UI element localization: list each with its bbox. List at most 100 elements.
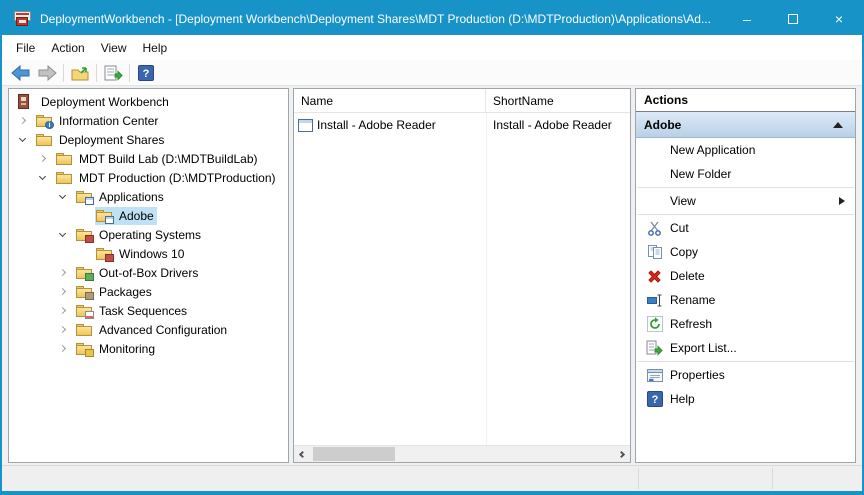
refresh-icon <box>646 316 663 332</box>
workbench-icon <box>17 94 32 109</box>
folder-icon <box>56 152 73 166</box>
toolbar: ? <box>2 60 862 86</box>
tree-item-task-sequences[interactable]: Task Sequences <box>9 301 288 320</box>
folder-application-icon <box>96 209 113 223</box>
copy-icon <box>646 244 663 260</box>
action-rename[interactable]: Rename <box>636 288 855 312</box>
list-row-install-adobe-reader[interactable]: Install - Adobe Reader Install - Adobe R… <box>294 115 630 135</box>
export-list-icon <box>646 340 663 356</box>
back-icon <box>11 65 31 81</box>
scrollbar-thumb[interactable] <box>313 447 395 461</box>
expander-expanded-icon[interactable] <box>35 168 55 187</box>
folder-monitor-icon <box>76 342 93 356</box>
horizontal-scrollbar[interactable] <box>294 445 630 462</box>
tree-item-adobe[interactable]: Adobe <box>9 206 288 225</box>
tree-item-mdt-production[interactable]: MDT Production (D:\MDTProduction) <box>9 168 288 187</box>
list-cell-shortname: Install - Adobe Reader <box>486 118 630 132</box>
expander-collapsed-icon[interactable] <box>55 301 75 320</box>
close-button[interactable]: × <box>816 2 862 35</box>
action-cut[interactable]: Cut <box>636 216 855 240</box>
action-help[interactable]: ? Help <box>636 387 855 411</box>
submenu-arrow-icon <box>839 197 845 205</box>
actions-separator <box>637 214 854 215</box>
actions-group-adobe[interactable]: Adobe <box>636 112 855 138</box>
export-list-icon <box>103 65 123 81</box>
tree-item-operating-systems[interactable]: Operating Systems <box>9 225 288 244</box>
scroll-right-icon[interactable] <box>613 446 630 462</box>
tree-item-applications[interactable]: Applications <box>9 187 288 206</box>
expander-collapsed-icon[interactable] <box>55 282 75 301</box>
toolbar-separator <box>96 64 97 82</box>
up-one-level-icon <box>70 65 90 81</box>
console-tree-pane: Deployment Workbench Information Center … <box>8 88 289 463</box>
expander-collapsed-icon[interactable] <box>55 339 75 358</box>
forward-icon <box>37 65 57 81</box>
tree-item-out-of-box-drivers[interactable]: Out-of-Box Drivers <box>9 263 288 282</box>
up-one-level-button[interactable] <box>67 62 93 84</box>
action-delete[interactable]: Delete <box>636 264 855 288</box>
help-icon: ? <box>646 391 663 407</box>
expander-collapsed-icon[interactable] <box>55 263 75 282</box>
expander-expanded-icon[interactable] <box>15 130 35 149</box>
statusbar-separator <box>772 468 773 489</box>
tree-item-mdt-build-lab[interactable]: MDT Build Lab (D:\MDTBuildLab) <box>9 149 288 168</box>
tree-item-monitoring[interactable]: Monitoring <box>9 339 288 358</box>
action-copy[interactable]: Copy <box>636 240 855 264</box>
expander-expanded-icon[interactable] <box>55 225 75 244</box>
expander-collapsed-icon[interactable] <box>35 149 55 168</box>
tree-item-deployment-workbench[interactable]: Deployment Workbench <box>9 92 288 111</box>
folder-task-icon <box>76 304 93 318</box>
minimize-button[interactable]: – <box>724 2 770 35</box>
expander-none <box>75 244 95 263</box>
folder-icon <box>76 323 93 337</box>
folder-package-icon <box>76 285 93 299</box>
action-properties[interactable]: Properties <box>636 363 855 387</box>
action-new-application[interactable]: New Application <box>636 138 855 162</box>
back-button[interactable] <box>8 62 34 84</box>
folder-info-icon <box>36 114 53 128</box>
expander-collapsed-icon[interactable] <box>15 111 35 130</box>
menu-help[interactable]: Help <box>135 38 176 58</box>
tree-item-deployment-shares[interactable]: Deployment Shares <box>9 130 288 149</box>
scroll-left-icon[interactable] <box>294 446 311 462</box>
actions-group-label: Adobe <box>644 118 681 132</box>
tree-item-windows-10[interactable]: Windows 10 <box>9 244 288 263</box>
action-new-folder[interactable]: New Folder <box>636 162 855 186</box>
action-refresh[interactable]: Refresh <box>636 312 855 336</box>
svg-text:?: ? <box>143 68 150 80</box>
expander-expanded-icon[interactable] <box>55 187 75 206</box>
export-list-button[interactable] <box>100 62 126 84</box>
action-view[interactable]: View <box>636 189 855 213</box>
expander-collapsed-icon[interactable] <box>55 320 75 339</box>
column-header-shortname[interactable]: ShortName <box>486 89 630 112</box>
titlebar: DeploymentWorkbench - [Deployment Workbe… <box>2 2 862 35</box>
folder-os-icon <box>76 228 93 242</box>
delete-icon <box>646 268 663 284</box>
tree-item-information-center[interactable]: Information Center <box>9 111 288 130</box>
chevron-up-icon[interactable] <box>833 122 843 128</box>
maximize-icon <box>788 14 798 24</box>
actions-pane: Actions Adobe New Application New Folder… <box>635 88 856 463</box>
no-icon <box>646 193 663 209</box>
action-export-list[interactable]: Export List... <box>636 336 855 360</box>
folder-icon <box>56 171 73 185</box>
maximize-button[interactable] <box>770 2 816 35</box>
menu-view[interactable]: View <box>93 38 135 58</box>
expander-none <box>75 206 95 225</box>
tree-item-packages[interactable]: Packages <box>9 282 288 301</box>
deployment-workbench-window: DeploymentWorkbench - [Deployment Workbe… <box>0 0 864 495</box>
folder-application-icon <box>76 190 93 204</box>
menu-file[interactable]: File <box>8 38 43 58</box>
statusbar <box>2 465 862 491</box>
toolbar-separator <box>129 64 130 82</box>
results-pane: Name ShortName Install - Adobe Reader In… <box>293 88 631 463</box>
help-button[interactable]: ? <box>133 62 159 84</box>
properties-icon <box>646 367 663 383</box>
tree-item-advanced-configuration[interactable]: Advanced Configuration <box>9 320 288 339</box>
list-cell-name: Install - Adobe Reader <box>317 118 436 132</box>
folder-icon <box>36 133 53 147</box>
svg-text:?: ? <box>651 394 658 406</box>
column-header-name[interactable]: Name <box>294 89 486 112</box>
forward-button[interactable] <box>34 62 60 84</box>
menu-action[interactable]: Action <box>43 38 92 58</box>
